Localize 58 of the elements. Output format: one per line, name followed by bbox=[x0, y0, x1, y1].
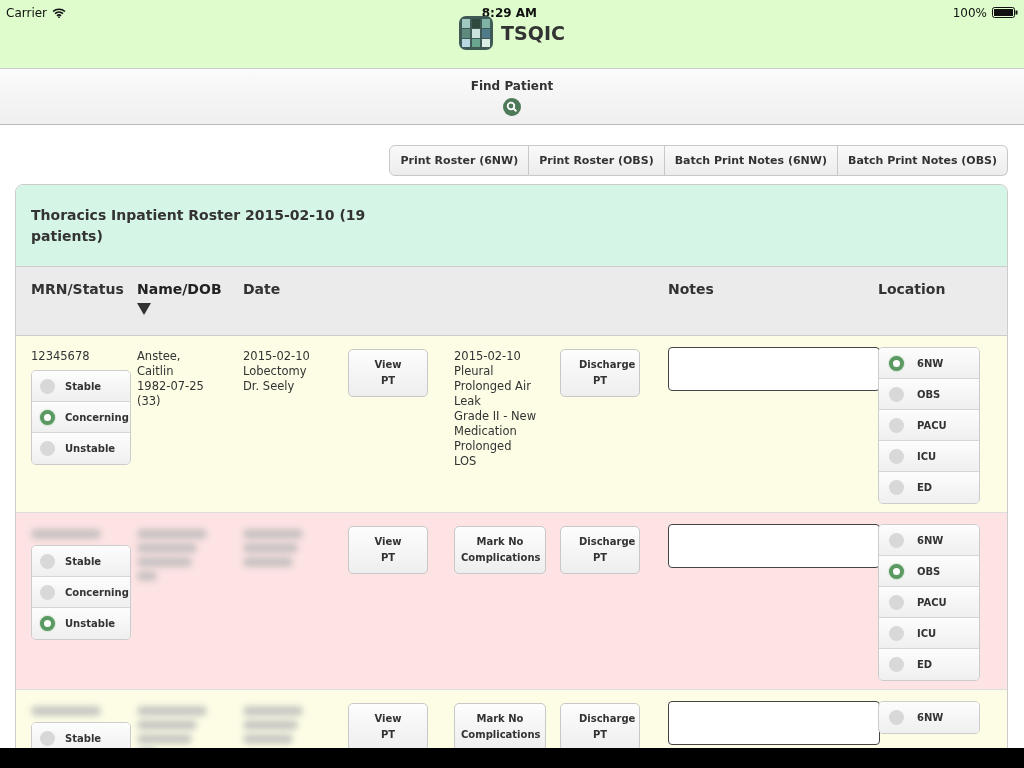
column-header[interactable]: Date bbox=[243, 281, 281, 297]
location-option[interactable]: 6NW bbox=[879, 348, 979, 379]
print-button[interactable]: Batch Print Notes (OBS) bbox=[838, 145, 1008, 176]
blurred-text bbox=[137, 526, 207, 581]
column-header[interactable]: Name/DOB bbox=[137, 281, 222, 297]
mrn-text: 12345678 bbox=[31, 349, 91, 364]
location-option[interactable]: 6NW bbox=[879, 702, 979, 733]
discharge-button[interactable]: Discharge PT bbox=[560, 703, 640, 748]
location-option[interactable]: PACU bbox=[879, 587, 979, 618]
roster-title: Thoracics Inpatient Roster 2015-02-10 (19 patients) bbox=[31, 206, 367, 246]
patient-name-dob: Anstee, Caitlin 1982-07-25 (33) bbox=[137, 349, 205, 409]
view-patient-button[interactable]: View PT bbox=[348, 703, 428, 748]
notes-field[interactable] bbox=[668, 701, 880, 745]
location-option[interactable]: ED bbox=[879, 472, 979, 503]
app-title: TSQIC bbox=[501, 22, 565, 44]
status-option[interactable]: Stable bbox=[32, 371, 130, 402]
wifi-icon bbox=[52, 7, 67, 18]
battery-icon bbox=[992, 7, 1018, 18]
blurred-text bbox=[31, 703, 101, 716]
discharge-button[interactable]: Discharge PT bbox=[560, 526, 640, 574]
location-option[interactable]: ICU bbox=[879, 618, 979, 649]
location-option[interactable]: PACU bbox=[879, 410, 979, 441]
column-header[interactable]: Location bbox=[878, 281, 946, 297]
blurred-text bbox=[243, 526, 303, 567]
complications-text: 2015-02-10 Pleural Prolonged Air Leak Grade II - New Medication Prolonged LOS bbox=[454, 349, 538, 469]
app-logo-icon bbox=[459, 16, 494, 50]
view-patient-button[interactable]: View PT bbox=[348, 526, 428, 574]
mark-no-complications-button[interactable]: Mark No Complications bbox=[454, 703, 546, 748]
print-button[interactable]: Batch Print Notes (6NW) bbox=[664, 145, 838, 176]
status-option[interactable]: Stable bbox=[32, 723, 130, 748]
blurred-text bbox=[243, 703, 303, 744]
notes-field[interactable] bbox=[668, 347, 880, 391]
location-option[interactable]: OBS bbox=[879, 379, 979, 410]
status-option[interactable]: Concerning bbox=[32, 402, 130, 433]
sort-down-icon[interactable] bbox=[137, 303, 151, 315]
status-option[interactable]: Concerning bbox=[32, 577, 130, 608]
location-option[interactable]: 6NW bbox=[879, 525, 979, 556]
status-option[interactable]: Unstable bbox=[32, 608, 130, 639]
location-option[interactable]: ED bbox=[879, 649, 979, 680]
print-button[interactable]: Print Roster (6NW) bbox=[389, 145, 530, 176]
location-option[interactable]: OBS bbox=[879, 556, 979, 587]
procedure-date: 2015-02-10 Lobectomy Dr. Seely bbox=[243, 349, 311, 394]
mark-no-complications-button[interactable]: Mark No Complications bbox=[454, 526, 546, 574]
column-header[interactable]: Notes bbox=[668, 281, 714, 297]
battery-percent: 100% bbox=[952, 5, 987, 20]
find-patient-button[interactable]: Find Patient bbox=[470, 69, 554, 124]
column-header[interactable]: MRN/Status bbox=[31, 281, 124, 297]
location-option[interactable]: ICU bbox=[879, 441, 979, 472]
status-option[interactable]: Unstable bbox=[32, 433, 130, 464]
carrier-label: Carrier bbox=[6, 5, 48, 20]
print-button[interactable]: Print Roster (OBS) bbox=[529, 145, 665, 176]
status-time: 8:29 AM bbox=[481, 5, 537, 20]
blurred-text bbox=[31, 526, 101, 539]
discharge-button[interactable]: Discharge PT bbox=[560, 349, 640, 397]
view-patient-button[interactable]: View PT bbox=[348, 349, 428, 397]
search-icon bbox=[503, 98, 521, 116]
status-option[interactable]: Stable bbox=[32, 546, 130, 577]
notes-field[interactable] bbox=[668, 524, 880, 568]
